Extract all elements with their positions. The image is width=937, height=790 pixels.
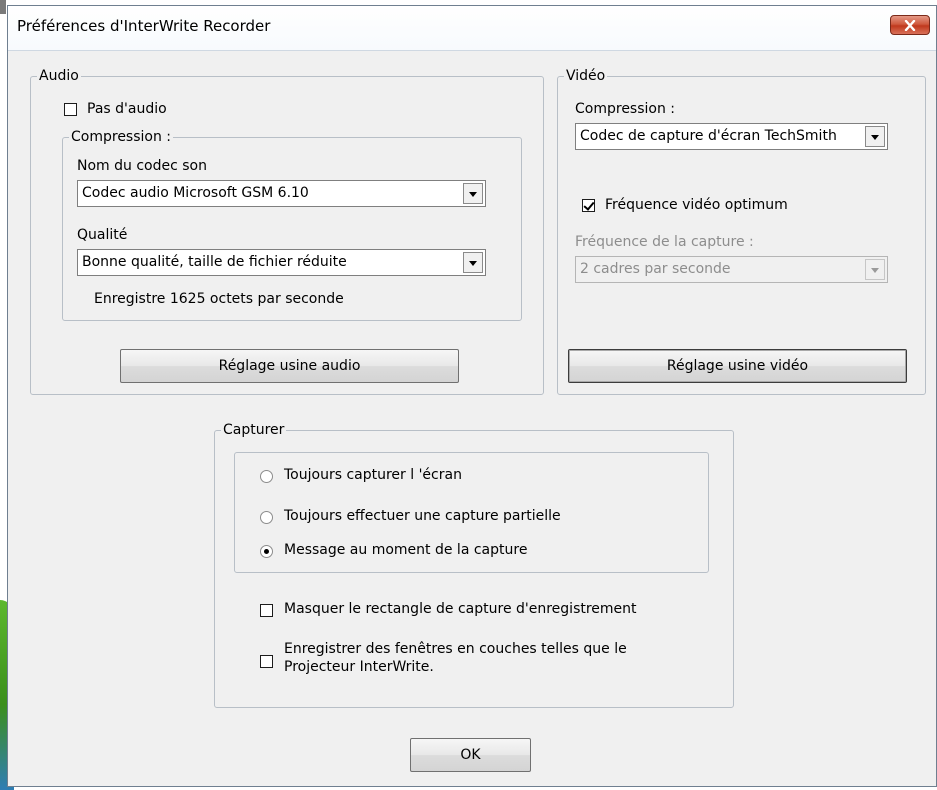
quality-label: Qualité [77,227,128,243]
ok-button[interactable]: OK [410,738,531,772]
audio-codec-value: Codec audio Microsoft GSM 6.10 [82,185,309,201]
capture-group: Capturer Toujours capturer l 'écran Touj… [214,421,734,708]
capture-frequency-label: Fréquence de la capture : [575,234,754,250]
audio-codec-select[interactable]: Codec audio Microsoft GSM 6.10 [77,180,486,207]
video-compression-value: Codec de capture d'écran TechSmith [580,128,837,144]
video-compression-select[interactable]: Codec de capture d'écran TechSmith [575,123,888,150]
title-bar[interactable]: Préférences d'InterWrite Recorder [8,6,936,51]
capture-frequency-select[interactable]: 2 cadres par seconde [575,256,888,283]
optimum-video-frequency-checkbox[interactable] [582,199,595,212]
codec-name-label: Nom du codec son [77,158,207,174]
chevron-down-icon[interactable] [463,252,483,273]
record-layered-windows-label-line2[interactable]: Projecteur InterWrite. [284,659,434,675]
ok-button-label: OK [460,747,481,763]
record-layered-windows-label-line1[interactable]: Enregistrer des fenêtres en couches tell… [284,641,627,657]
capture-group-label: Capturer [221,421,287,439]
preferences-dialog: Préférences d'InterWrite Recorder Audio … [7,5,937,787]
capture-always-partial-radio[interactable] [260,511,273,524]
chevron-down-icon[interactable] [463,183,483,204]
capture-frequency-value: 2 cadres par seconde [580,261,731,277]
audio-compression-label: Compression : [69,128,174,146]
audio-quality-value: Bonne qualité, taille de fichier réduite [82,254,347,270]
capture-always-screen-radio[interactable] [260,470,273,483]
capture-always-screen-label[interactable]: Toujours capturer l 'écran [284,467,462,483]
video-factory-settings-button[interactable]: Réglage usine vidéo [568,349,907,383]
record-layered-windows-checkbox[interactable] [260,655,273,668]
no-audio-label[interactable]: Pas d'audio [87,101,167,117]
bytes-per-second-info: Enregistre 1625 octets par seconde [94,291,344,307]
video-factory-settings-label: Réglage usine vidéo [666,358,809,374]
video-group: Vidéo Compression : Codec de capture d'é… [557,67,926,395]
capture-prompt-radio[interactable] [260,545,273,558]
window-title: Préférences d'InterWrite Recorder [17,17,271,35]
no-audio-checkbox[interactable] [64,103,77,116]
hide-capture-rectangle-checkbox[interactable] [260,604,273,617]
capture-mode-group: Toujours capturer l 'écran Toujours effe… [234,452,709,573]
chevron-down-icon[interactable] [865,126,885,147]
audio-group-label: Audio [37,67,81,85]
audio-factory-settings-button[interactable]: Réglage usine audio [120,349,459,383]
audio-quality-select[interactable]: Bonne qualité, taille de fichier réduite [77,249,486,276]
audio-factory-settings-label: Réglage usine audio [218,358,361,374]
capture-prompt-label[interactable]: Message au moment de la capture [284,542,527,558]
close-icon [904,19,916,31]
chevron-down-icon[interactable] [865,259,885,280]
audio-compression-group: Compression : Nom du codec son Codec aud… [62,128,522,321]
desktop-background-edge [0,0,6,14]
video-group-label: Vidéo [564,67,608,85]
optimum-video-frequency-label[interactable]: Fréquence vidéo optimum [605,197,788,213]
audio-group: Audio Pas d'audio Compression : Nom du c… [30,67,544,395]
video-compression-label: Compression : [575,101,676,117]
close-button[interactable] [890,15,930,35]
hide-capture-rectangle-label[interactable]: Masquer le rectangle de capture d'enregi… [284,601,637,617]
capture-always-partial-label[interactable]: Toujours effectuer une capture partielle [284,508,561,524]
